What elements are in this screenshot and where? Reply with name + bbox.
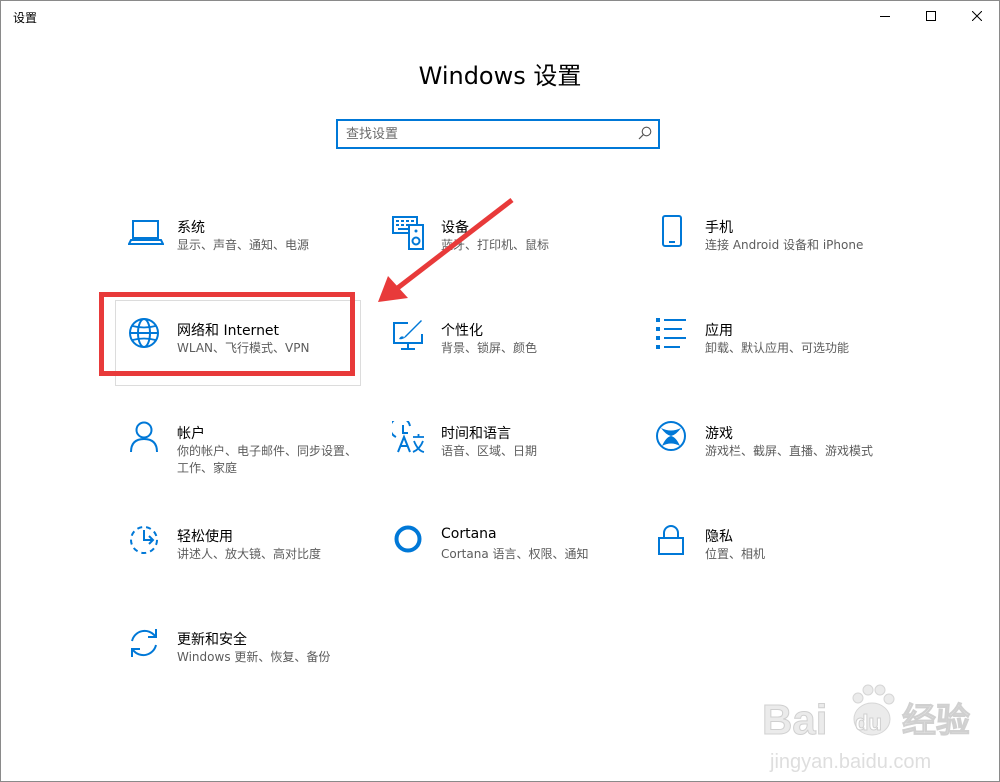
watermark-url: jingyan.baidu.com [769,751,931,773]
annotation-arrow [378,198,514,302]
watermark-cn: 经验 [902,701,970,741]
watermark-brand: Bai [762,696,827,743]
paw-icon: du [852,684,895,736]
watermark-paw-text: du [855,710,882,735]
baidu-jingyan-watermark: Bai du 经验 jingyan.baidu.com [762,684,971,773]
